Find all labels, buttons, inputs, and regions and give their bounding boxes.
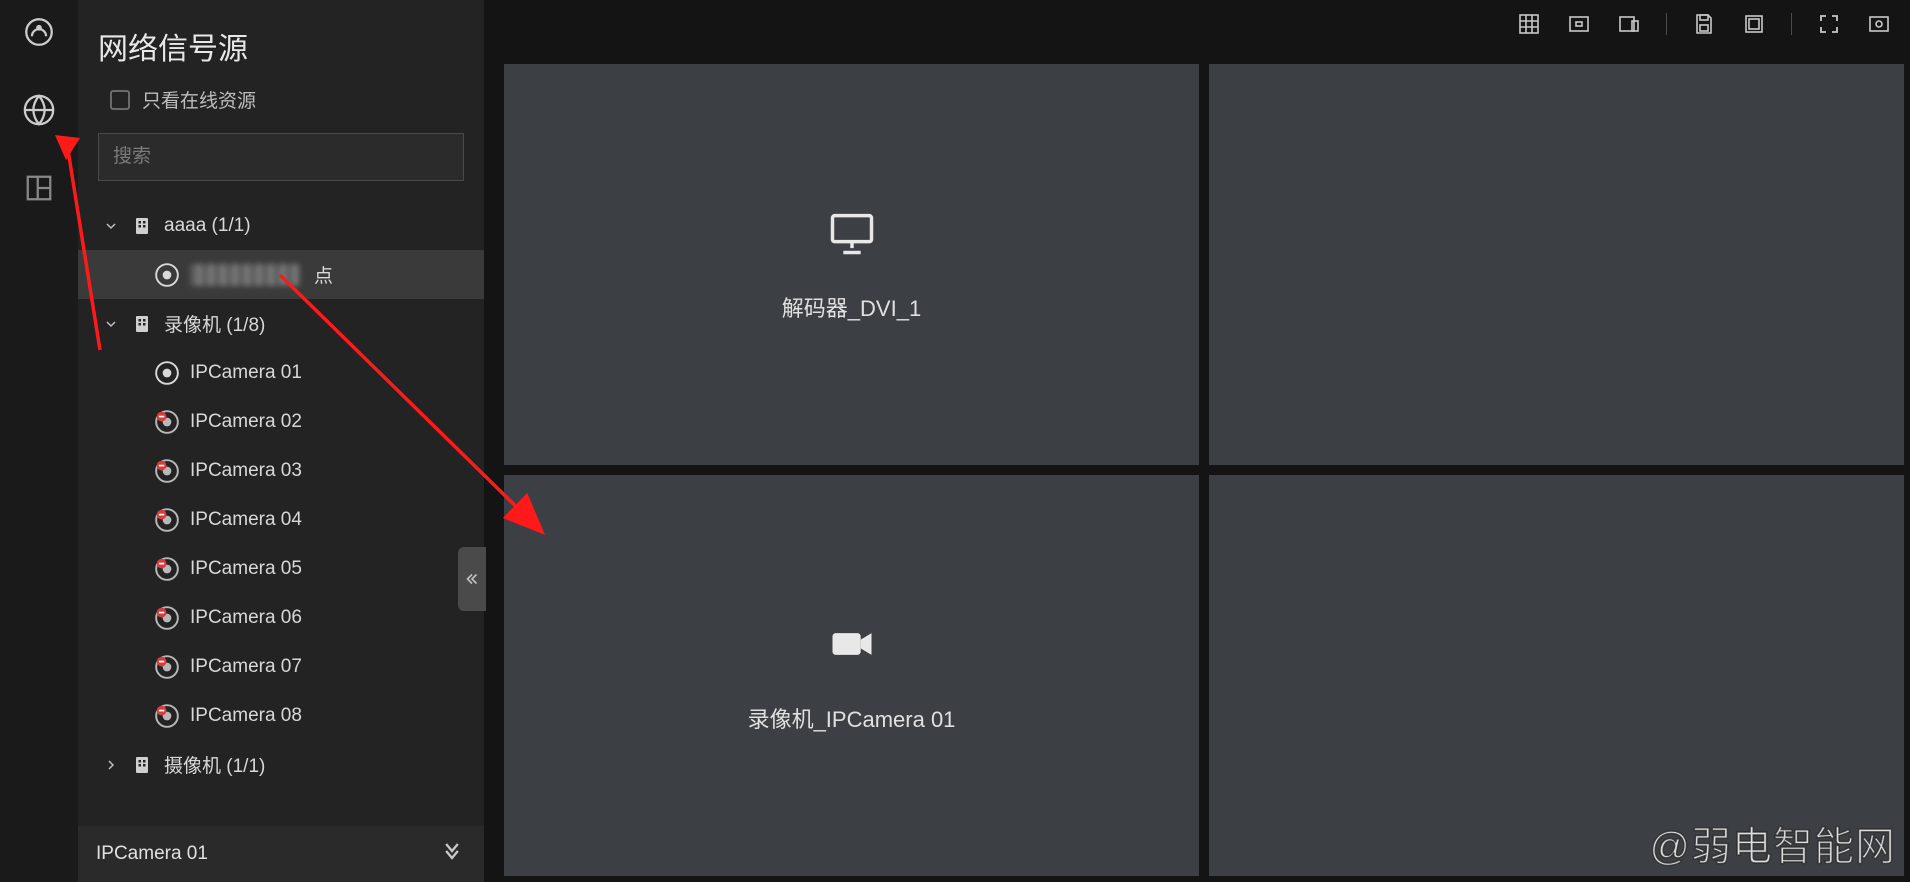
dashboard-icon[interactable]: [19, 12, 59, 52]
tree-group-recorder[interactable]: 录像机 (1/8): [78, 299, 484, 348]
tree-item-ipcamera-07[interactable]: IPCamera 07: [78, 642, 484, 691]
double-chevron-icon[interactable]: [438, 837, 466, 871]
icon-rail: [0, 0, 78, 882]
tree-item-label-suffix: 点: [314, 261, 333, 288]
window-icon[interactable]: [1741, 11, 1767, 37]
collapse-sidebar-button[interactable]: [458, 547, 486, 611]
video-cell-2[interactable]: 录像机_IPCamera 01: [504, 475, 1199, 876]
tree-group-label: 录像机 (1/8): [164, 310, 265, 337]
tree-item-label: IPCamera 08: [190, 705, 302, 727]
save-icon[interactable]: [1691, 11, 1717, 37]
video-cell-0[interactable]: 解码器_DVI_1: [504, 64, 1199, 465]
camera-offline-icon: [154, 605, 180, 631]
tree-group-aaaa[interactable]: aaaa (1/1): [78, 201, 484, 250]
tree-group-label: 摄像机 (1/1): [164, 751, 265, 778]
toolbar: [484, 0, 1910, 48]
separator: [1791, 13, 1792, 35]
tree-item-aaaa-0[interactable]: 点: [78, 250, 484, 299]
tree-item-ipcamera-02[interactable]: IPCamera 02: [78, 397, 484, 446]
source-tree: aaaa (1/1) 点 录像机 (1/8) IPCamera 01 I: [78, 197, 484, 826]
tree-item-label: IPCamera 07: [190, 656, 302, 678]
filter-label: 只看在线资源: [142, 86, 256, 113]
separator: [1666, 13, 1667, 35]
tree-item-ipcamera-04[interactable]: IPCamera 04: [78, 495, 484, 544]
single-view-icon[interactable]: [1566, 11, 1592, 37]
tree-item-ipcamera-06[interactable]: IPCamera 06: [78, 593, 484, 642]
device-icon[interactable]: [1616, 11, 1642, 37]
camera-online-icon: [154, 262, 180, 288]
cell-label: 录像机_IPCamera 01: [748, 702, 956, 734]
search-input[interactable]: [98, 133, 464, 181]
chevron-right-icon: [102, 756, 120, 774]
video-cell-1[interactable]: [1209, 64, 1904, 465]
monitor-icon: [826, 207, 878, 265]
checkbox-icon[interactable]: [110, 90, 130, 110]
filter-online-only[interactable]: 只看在线资源: [78, 86, 484, 123]
building-icon: [130, 214, 154, 238]
tree-item-ipcamera-01[interactable]: IPCamera 01: [78, 348, 484, 397]
globe-icon[interactable]: [19, 90, 59, 130]
camera-offline-icon: [154, 654, 180, 680]
camera-icon: [826, 618, 878, 676]
camera-online-icon: [154, 360, 180, 386]
grid-icon[interactable]: [1516, 11, 1542, 37]
camera-offline-icon: [154, 556, 180, 582]
camera-offline-icon: [154, 703, 180, 729]
chevron-down-icon: [102, 217, 120, 235]
camera-offline-icon: [154, 507, 180, 533]
tree-item-label: IPCamera 05: [190, 558, 302, 580]
building-icon: [130, 753, 154, 777]
fullscreen-icon[interactable]: [1816, 11, 1842, 37]
layout-icon[interactable]: [19, 168, 59, 208]
camera-offline-icon: [154, 458, 180, 484]
main-area: 解码器_DVI_1 录像机_IPCamera 01 @弱电智能网: [484, 0, 1910, 882]
tree-item-label: IPCamera 02: [190, 411, 302, 433]
camera-offline-icon: [154, 409, 180, 435]
tree-item-label: IPCamera 03: [190, 460, 302, 482]
tree-item-ipcamera-08[interactable]: IPCamera 08: [78, 691, 484, 740]
tree-item-label: IPCamera 06: [190, 607, 302, 629]
tree-group-label: aaaa (1/1): [164, 215, 251, 237]
video-grid: 解码器_DVI_1 录像机_IPCamera 01: [484, 48, 1910, 882]
sidebar-footer[interactable]: IPCamera 01: [78, 826, 484, 882]
building-icon: [130, 312, 154, 336]
tree-item-ipcamera-03[interactable]: IPCamera 03: [78, 446, 484, 495]
tree-group-camera[interactable]: 摄像机 (1/1): [78, 740, 484, 789]
cell-label: 解码器_DVI_1: [782, 291, 921, 323]
masked-label: [190, 264, 300, 286]
tree-item-ipcamera-05[interactable]: IPCamera 05: [78, 544, 484, 593]
tree-item-label: IPCamera 04: [190, 509, 302, 531]
sidebar: 网络信号源 只看在线资源 aaaa (1/1) 点 录像机 (1/8): [78, 0, 484, 882]
video-cell-3[interactable]: [1209, 475, 1904, 876]
tree-item-label: IPCamera 01: [190, 362, 302, 384]
sidebar-title: 网络信号源: [78, 0, 484, 86]
chevron-down-icon: [102, 315, 120, 333]
footer-label: IPCamera 01: [96, 843, 208, 865]
settings-icon[interactable]: [1866, 11, 1892, 37]
